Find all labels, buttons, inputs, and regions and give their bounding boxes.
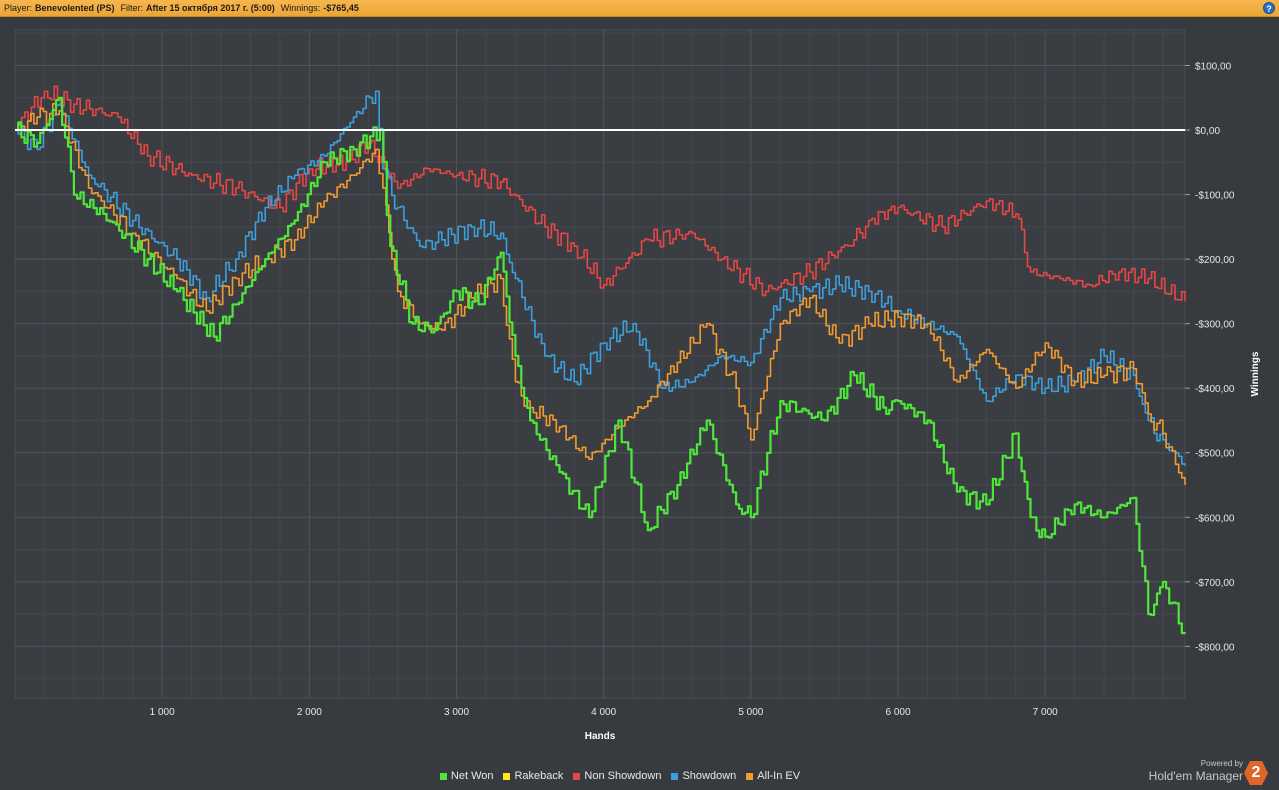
legend-swatch bbox=[746, 772, 754, 780]
x-tick-label: 4 000 bbox=[591, 707, 616, 718]
legend-item-showdown[interactable]: Showdown bbox=[671, 770, 736, 782]
legend-swatch bbox=[573, 772, 581, 780]
y-tick-label: -$200,00 bbox=[1195, 255, 1235, 266]
legend-item-rakeback[interactable]: Rakeback bbox=[503, 770, 563, 782]
y-tick-label: -$300,00 bbox=[1195, 320, 1235, 331]
legend-item-all-in-ev[interactable]: All-In EV bbox=[746, 770, 800, 782]
brand-credit: Powered by Hold'em Manager bbox=[1149, 759, 1243, 783]
player-value: Benevolented (PS) bbox=[35, 3, 115, 13]
y-tick-label: -$100,00 bbox=[1195, 191, 1235, 202]
y-axis-title: Winnings bbox=[1250, 351, 1261, 396]
legend-label: Net Won bbox=[450, 770, 494, 782]
x-tick-label: 1 000 bbox=[150, 707, 175, 718]
filter-value: After 15 октября 2017 г. (5:00) bbox=[146, 3, 275, 13]
y-tick-label: -$800,00 bbox=[1195, 642, 1235, 653]
chart-legend: Net Won Rakeback Non Showdown Showdown All-I… bbox=[0, 770, 1240, 782]
legend-label: Showdown bbox=[682, 770, 737, 782]
winnings-chart: $100,00 $0,00 -$100,00 -$200,00 -$300,00 -$40… bbox=[0, 17, 1279, 767]
x-tick-label: 7 000 bbox=[1033, 707, 1058, 718]
winnings-value: -$765,45 bbox=[323, 3, 359, 13]
x-tick-label: 5 000 bbox=[738, 707, 763, 718]
legend-swatch bbox=[439, 772, 447, 780]
legend-swatch bbox=[503, 772, 511, 780]
x-axis-title: Hands bbox=[585, 731, 616, 742]
y-tick-label: -$600,00 bbox=[1195, 513, 1235, 524]
legend-item-net-won[interactable]: Net Won bbox=[439, 770, 494, 782]
legend-swatch bbox=[671, 772, 679, 780]
brand-name: Hold'em Manager bbox=[1148, 769, 1243, 783]
y-tick-label: -$400,00 bbox=[1195, 384, 1235, 395]
filter-label: Filter: bbox=[120, 3, 144, 13]
x-tick-label: 6 000 bbox=[886, 707, 911, 718]
y-tick-label: $100,00 bbox=[1195, 61, 1232, 72]
filter-bar: Player: Benevolented (PS) Filter: After … bbox=[0, 0, 1279, 17]
y-tick-label: -$500,00 bbox=[1195, 449, 1235, 460]
powered-by-text: Powered by bbox=[1200, 759, 1243, 768]
help-icon[interactable]: ? bbox=[1263, 2, 1275, 14]
x-tick-label: 3 000 bbox=[444, 707, 469, 718]
y-tick-label: -$700,00 bbox=[1195, 578, 1235, 589]
legend-label: Rakeback bbox=[514, 770, 564, 782]
x-tick-label: 2 000 bbox=[297, 707, 322, 718]
legend-item-non-showdown[interactable]: Non Showdown bbox=[573, 770, 661, 782]
legend-label: Non Showdown bbox=[584, 770, 662, 782]
player-label: Player: bbox=[4, 3, 33, 13]
y-tick-label: $0,00 bbox=[1195, 126, 1220, 137]
legend-label: All-In EV bbox=[757, 770, 801, 782]
winnings-label: Winnings: bbox=[280, 3, 321, 13]
